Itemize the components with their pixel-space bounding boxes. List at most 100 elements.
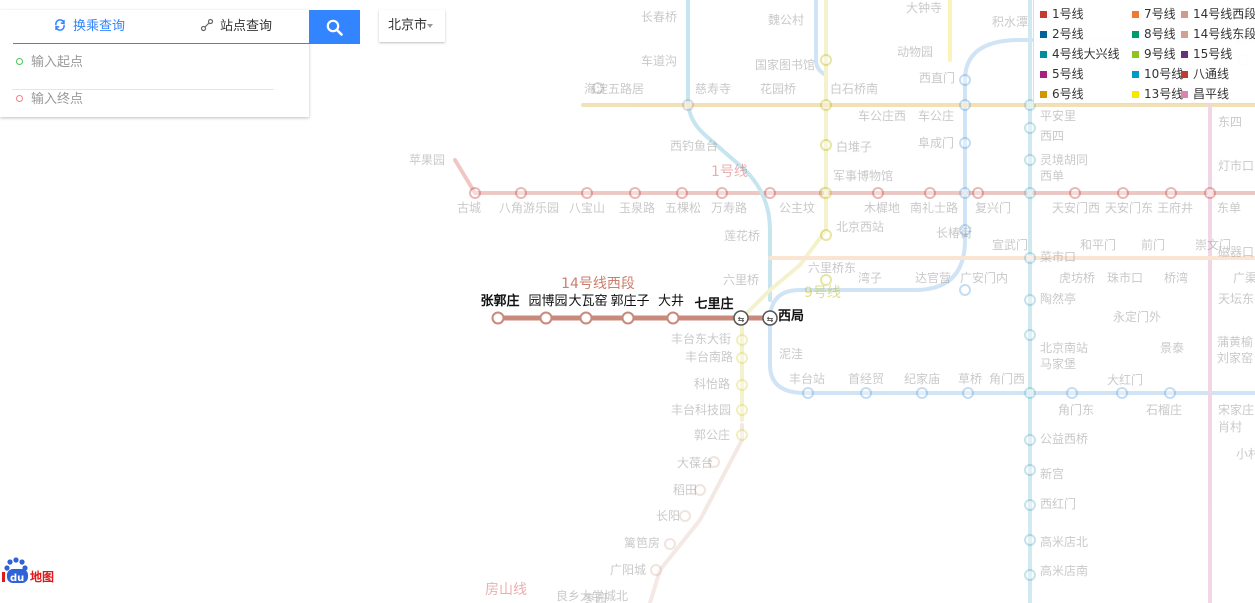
- faded-station-label: 泥洼: [779, 347, 803, 361]
- station-label[interactable]: 七里庄: [694, 296, 733, 312]
- start-input[interactable]: [31, 52, 261, 72]
- faded-station-marker: [1117, 187, 1129, 199]
- faded-station-marker: [764, 187, 776, 199]
- faded-station-label: 大葆台: [677, 455, 713, 470]
- faded-station-label: 六里桥: [723, 273, 759, 287]
- legend-item[interactable]: 13号线: [1132, 84, 1183, 104]
- legend-swatch: [1181, 11, 1188, 18]
- faded-station-label: 刘家窑: [1217, 350, 1253, 365]
- faded-station-marker: [736, 379, 748, 391]
- legend-swatch: [1132, 31, 1139, 38]
- station-marker[interactable]: [666, 311, 680, 325]
- legend-item[interactable]: 8号线: [1132, 24, 1176, 44]
- legend-swatch: [1132, 71, 1139, 78]
- faded-station-label: 广渠门: [1233, 270, 1255, 285]
- legend-swatch: [1040, 91, 1047, 98]
- station-label[interactable]: 郭庄子: [610, 293, 649, 309]
- faded-station-marker: [1024, 329, 1036, 341]
- faded-station-label: 王府井: [1157, 200, 1193, 215]
- legend-item[interactable]: 9号线: [1132, 44, 1176, 64]
- station-marker[interactable]: [621, 311, 635, 325]
- faded-station-label: 和平门: [1080, 237, 1116, 252]
- station-label[interactable]: 大井: [658, 294, 684, 309]
- faded-station-label: 五棵松: [665, 200, 701, 215]
- tab-transfer-query[interactable]: 换乘查询: [53, 10, 125, 43]
- legend-label: 6号线: [1052, 87, 1084, 101]
- faded-station-label: 公主坟: [779, 201, 815, 215]
- legend-label: 5号线: [1052, 67, 1084, 81]
- faded-station-marker: [1165, 187, 1177, 199]
- faded-station-marker: [1116, 387, 1128, 399]
- station-marker[interactable]: [579, 311, 593, 325]
- faded-station-marker: [682, 99, 694, 111]
- faded-station-marker: [1024, 252, 1036, 264]
- faded-station-marker: [1069, 187, 1081, 199]
- faded-station-label: 东单: [1217, 201, 1241, 215]
- legend-label: 13号线: [1144, 87, 1184, 101]
- faded-station-label: 苹果园: [409, 153, 445, 167]
- station-marker[interactable]: [539, 311, 553, 325]
- legend-swatch: [1181, 51, 1188, 58]
- faded-station-label: 丰台科技园: [671, 402, 731, 417]
- faded-station-label: 白堆子: [836, 139, 872, 154]
- faded-station-label: 首经贸: [848, 372, 884, 386]
- faded-station-label: 慈寿寺: [695, 81, 731, 96]
- faded-station-label: 新宫: [1040, 466, 1064, 481]
- faded-station-label: 丰台东大街: [671, 331, 731, 346]
- faded-station-marker: [736, 352, 748, 364]
- faded-station-label: 景泰: [1160, 341, 1184, 355]
- faded-station-label: 北京南站: [1040, 340, 1088, 355]
- faded-station-label: 桥湾: [1164, 270, 1188, 285]
- logo-suffix-text: 地图: [30, 569, 54, 584]
- city-label: 北京市: [388, 18, 428, 33]
- faded-station-marker: [716, 187, 728, 199]
- transfer-icon: ⇆: [738, 315, 745, 324]
- tab-station-label: 站点查询: [220, 19, 273, 34]
- faded-station-label: 北京西站: [836, 220, 884, 234]
- legend-item[interactable]: 14号线东段: [1181, 24, 1255, 44]
- faded-station-label: 纪家庙: [904, 371, 940, 386]
- city-selector[interactable]: 北京市: [379, 10, 445, 42]
- faded-station-label: 良乡大学城北: [556, 588, 628, 603]
- legend-label: 7号线: [1144, 7, 1176, 21]
- legend-item[interactable]: 14号线西段: [1181, 4, 1255, 24]
- station-label[interactable]: 园博园: [528, 294, 567, 309]
- legend-item[interactable]: 八通线: [1181, 64, 1229, 84]
- faded-station-label: 阜成门: [918, 135, 954, 150]
- station-label[interactable]: 大瓦窑: [568, 293, 607, 309]
- faded-station-label: 国家图书馆: [755, 57, 815, 72]
- faded-station-label: 草桥: [958, 372, 982, 386]
- faded-station-marker: [581, 187, 593, 199]
- faded-station-marker: [860, 387, 872, 399]
- legend-label: 昌平线: [1193, 87, 1230, 101]
- faded-station-marker: [1204, 187, 1216, 199]
- faded-station-marker: [676, 187, 688, 199]
- station-label[interactable]: 西局: [778, 309, 804, 324]
- station-marker[interactable]: [491, 311, 505, 325]
- faded-station-marker: [820, 229, 832, 241]
- route-search-panel: 换乘查询 站点查询: [0, 10, 309, 117]
- faded-station-marker: [515, 187, 527, 199]
- faded-station-marker: [959, 284, 971, 296]
- legend-item[interactable]: 10号线: [1132, 64, 1183, 84]
- faded-station-label: 大红门: [1107, 372, 1143, 387]
- legend-item[interactable]: 5号线: [1040, 64, 1084, 84]
- legend-item[interactable]: 4号线大兴线: [1040, 44, 1120, 64]
- end-input[interactable]: [31, 89, 261, 109]
- station-label[interactable]: 张郭庄: [480, 293, 519, 309]
- legend-item[interactable]: 15号线: [1181, 44, 1232, 64]
- faded-station-label: 科怡路: [694, 376, 730, 391]
- end-dot-icon: [16, 95, 23, 102]
- search-button[interactable]: [309, 10, 360, 44]
- legend-item[interactable]: 2号线: [1040, 24, 1084, 44]
- legend-item[interactable]: 昌平线: [1181, 84, 1229, 104]
- tab-station-query[interactable]: 站点查询: [200, 10, 272, 43]
- legend-item[interactable]: 7号线: [1132, 4, 1176, 24]
- legend-item[interactable]: 1号线: [1040, 4, 1084, 24]
- legend-item[interactable]: 6号线: [1040, 84, 1084, 104]
- start-dot-icon: [16, 58, 23, 65]
- faded-station-label: 军事博物馆: [833, 168, 893, 183]
- faded-station-label: 灵境胡同: [1040, 152, 1088, 167]
- legend-label: 2号线: [1052, 27, 1084, 41]
- legend-label: 八通线: [1193, 67, 1230, 81]
